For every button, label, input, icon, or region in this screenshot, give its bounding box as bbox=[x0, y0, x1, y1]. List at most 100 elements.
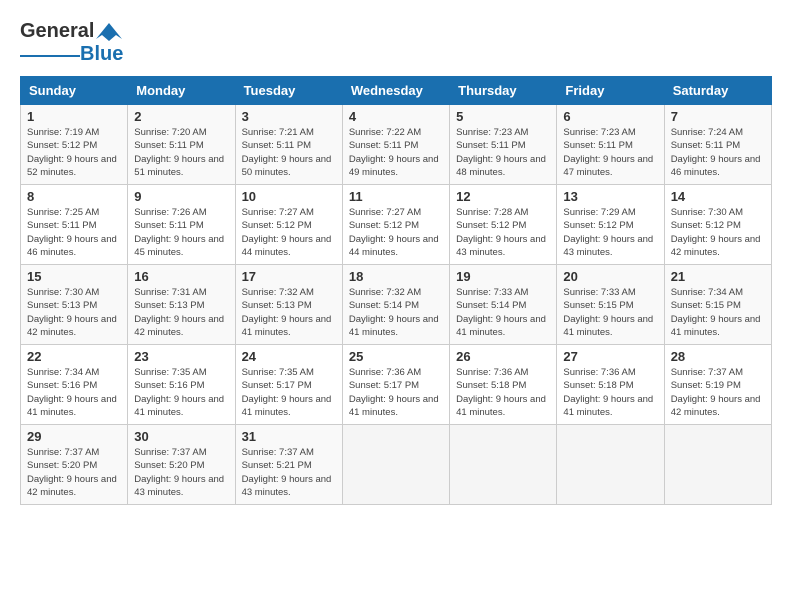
calendar-cell: 14 Sunrise: 7:30 AM Sunset: 5:12 PM Dayl… bbox=[664, 185, 771, 265]
calendar-cell bbox=[664, 425, 771, 505]
calendar-cell bbox=[450, 425, 557, 505]
day-number: 8 bbox=[27, 189, 121, 204]
calendar-cell: 28 Sunrise: 7:37 AM Sunset: 5:19 PM Dayl… bbox=[664, 345, 771, 425]
calendar-header-row: SundayMondayTuesdayWednesdayThursdayFrid… bbox=[21, 77, 772, 105]
day-number: 6 bbox=[563, 109, 657, 124]
calendar-week-1: 1 Sunrise: 7:19 AM Sunset: 5:12 PM Dayli… bbox=[21, 105, 772, 185]
day-info: Sunrise: 7:30 AM Sunset: 5:13 PM Dayligh… bbox=[27, 286, 121, 339]
calendar-cell: 9 Sunrise: 7:26 AM Sunset: 5:11 PM Dayli… bbox=[128, 185, 235, 265]
day-number: 9 bbox=[134, 189, 228, 204]
day-info: Sunrise: 7:23 AM Sunset: 5:11 PM Dayligh… bbox=[456, 126, 550, 179]
day-number: 2 bbox=[134, 109, 228, 124]
day-info: Sunrise: 7:20 AM Sunset: 5:11 PM Dayligh… bbox=[134, 126, 228, 179]
day-number: 1 bbox=[27, 109, 121, 124]
day-info: Sunrise: 7:35 AM Sunset: 5:17 PM Dayligh… bbox=[242, 366, 336, 419]
day-info: Sunrise: 7:29 AM Sunset: 5:12 PM Dayligh… bbox=[563, 206, 657, 259]
calendar-cell: 6 Sunrise: 7:23 AM Sunset: 5:11 PM Dayli… bbox=[557, 105, 664, 185]
calendar-cell bbox=[557, 425, 664, 505]
day-number: 3 bbox=[242, 109, 336, 124]
day-number: 24 bbox=[242, 349, 336, 364]
calendar-cell: 18 Sunrise: 7:32 AM Sunset: 5:14 PM Dayl… bbox=[342, 265, 449, 345]
day-info: Sunrise: 7:37 AM Sunset: 5:19 PM Dayligh… bbox=[671, 366, 765, 419]
calendar-week-4: 22 Sunrise: 7:34 AM Sunset: 5:16 PM Dayl… bbox=[21, 345, 772, 425]
day-number: 12 bbox=[456, 189, 550, 204]
calendar-header-sunday: Sunday bbox=[21, 77, 128, 105]
day-info: Sunrise: 7:34 AM Sunset: 5:15 PM Dayligh… bbox=[671, 286, 765, 339]
calendar-cell: 3 Sunrise: 7:21 AM Sunset: 5:11 PM Dayli… bbox=[235, 105, 342, 185]
day-info: Sunrise: 7:19 AM Sunset: 5:12 PM Dayligh… bbox=[27, 126, 121, 179]
day-number: 30 bbox=[134, 429, 228, 444]
day-info: Sunrise: 7:28 AM Sunset: 5:12 PM Dayligh… bbox=[456, 206, 550, 259]
logo: General Blue bbox=[20, 20, 124, 66]
calendar-header-saturday: Saturday bbox=[664, 77, 771, 105]
day-number: 26 bbox=[456, 349, 550, 364]
day-number: 15 bbox=[27, 269, 121, 284]
calendar-cell: 4 Sunrise: 7:22 AM Sunset: 5:11 PM Dayli… bbox=[342, 105, 449, 185]
day-number: 21 bbox=[671, 269, 765, 284]
calendar-cell: 10 Sunrise: 7:27 AM Sunset: 5:12 PM Dayl… bbox=[235, 185, 342, 265]
calendar-header-tuesday: Tuesday bbox=[235, 77, 342, 105]
calendar-cell: 25 Sunrise: 7:36 AM Sunset: 5:17 PM Dayl… bbox=[342, 345, 449, 425]
calendar-cell: 26 Sunrise: 7:36 AM Sunset: 5:18 PM Dayl… bbox=[450, 345, 557, 425]
day-info: Sunrise: 7:32 AM Sunset: 5:13 PM Dayligh… bbox=[242, 286, 336, 339]
calendar-header-friday: Friday bbox=[557, 77, 664, 105]
day-number: 22 bbox=[27, 349, 121, 364]
calendar-week-5: 29 Sunrise: 7:37 AM Sunset: 5:20 PM Dayl… bbox=[21, 425, 772, 505]
day-info: Sunrise: 7:36 AM Sunset: 5:17 PM Dayligh… bbox=[349, 366, 443, 419]
calendar-header-thursday: Thursday bbox=[450, 77, 557, 105]
calendar-cell: 16 Sunrise: 7:31 AM Sunset: 5:13 PM Dayl… bbox=[128, 265, 235, 345]
day-info: Sunrise: 7:30 AM Sunset: 5:12 PM Dayligh… bbox=[671, 206, 765, 259]
day-number: 25 bbox=[349, 349, 443, 364]
logo-general: General bbox=[20, 20, 94, 43]
calendar-cell: 20 Sunrise: 7:33 AM Sunset: 5:15 PM Dayl… bbox=[557, 265, 664, 345]
calendar-cell: 8 Sunrise: 7:25 AM Sunset: 5:11 PM Dayli… bbox=[21, 185, 128, 265]
logo-blue-text: Blue bbox=[80, 43, 123, 66]
calendar-cell: 27 Sunrise: 7:36 AM Sunset: 5:18 PM Dayl… bbox=[557, 345, 664, 425]
day-info: Sunrise: 7:26 AM Sunset: 5:11 PM Dayligh… bbox=[134, 206, 228, 259]
calendar-table: SundayMondayTuesdayWednesdayThursdayFrid… bbox=[20, 76, 772, 505]
calendar-cell: 23 Sunrise: 7:35 AM Sunset: 5:16 PM Dayl… bbox=[128, 345, 235, 425]
calendar-header-wednesday: Wednesday bbox=[342, 77, 449, 105]
day-number: 4 bbox=[349, 109, 443, 124]
day-number: 23 bbox=[134, 349, 228, 364]
day-number: 14 bbox=[671, 189, 765, 204]
day-info: Sunrise: 7:31 AM Sunset: 5:13 PM Dayligh… bbox=[134, 286, 228, 339]
day-number: 18 bbox=[349, 269, 443, 284]
day-number: 5 bbox=[456, 109, 550, 124]
day-info: Sunrise: 7:33 AM Sunset: 5:14 PM Dayligh… bbox=[456, 286, 550, 339]
calendar-cell: 22 Sunrise: 7:34 AM Sunset: 5:16 PM Dayl… bbox=[21, 345, 128, 425]
day-number: 19 bbox=[456, 269, 550, 284]
day-info: Sunrise: 7:37 AM Sunset: 5:21 PM Dayligh… bbox=[242, 446, 336, 499]
day-info: Sunrise: 7:27 AM Sunset: 5:12 PM Dayligh… bbox=[349, 206, 443, 259]
day-number: 29 bbox=[27, 429, 121, 444]
calendar-week-3: 15 Sunrise: 7:30 AM Sunset: 5:13 PM Dayl… bbox=[21, 265, 772, 345]
day-info: Sunrise: 7:27 AM Sunset: 5:12 PM Dayligh… bbox=[242, 206, 336, 259]
day-number: 17 bbox=[242, 269, 336, 284]
calendar-cell: 12 Sunrise: 7:28 AM Sunset: 5:12 PM Dayl… bbox=[450, 185, 557, 265]
day-info: Sunrise: 7:23 AM Sunset: 5:11 PM Dayligh… bbox=[563, 126, 657, 179]
day-info: Sunrise: 7:34 AM Sunset: 5:16 PM Dayligh… bbox=[27, 366, 121, 419]
day-number: 11 bbox=[349, 189, 443, 204]
calendar-cell: 2 Sunrise: 7:20 AM Sunset: 5:11 PM Dayli… bbox=[128, 105, 235, 185]
day-info: Sunrise: 7:21 AM Sunset: 5:11 PM Dayligh… bbox=[242, 126, 336, 179]
day-info: Sunrise: 7:22 AM Sunset: 5:11 PM Dayligh… bbox=[349, 126, 443, 179]
logo-bird-icon bbox=[94, 21, 124, 43]
day-info: Sunrise: 7:36 AM Sunset: 5:18 PM Dayligh… bbox=[456, 366, 550, 419]
calendar-cell: 13 Sunrise: 7:29 AM Sunset: 5:12 PM Dayl… bbox=[557, 185, 664, 265]
calendar-cell: 21 Sunrise: 7:34 AM Sunset: 5:15 PM Dayl… bbox=[664, 265, 771, 345]
day-info: Sunrise: 7:37 AM Sunset: 5:20 PM Dayligh… bbox=[134, 446, 228, 499]
calendar-cell: 1 Sunrise: 7:19 AM Sunset: 5:12 PM Dayli… bbox=[21, 105, 128, 185]
day-number: 16 bbox=[134, 269, 228, 284]
calendar-cell: 5 Sunrise: 7:23 AM Sunset: 5:11 PM Dayli… bbox=[450, 105, 557, 185]
day-number: 13 bbox=[563, 189, 657, 204]
day-info: Sunrise: 7:25 AM Sunset: 5:11 PM Dayligh… bbox=[27, 206, 121, 259]
calendar-cell: 7 Sunrise: 7:24 AM Sunset: 5:11 PM Dayli… bbox=[664, 105, 771, 185]
calendar-header-monday: Monday bbox=[128, 77, 235, 105]
calendar-cell: 31 Sunrise: 7:37 AM Sunset: 5:21 PM Dayl… bbox=[235, 425, 342, 505]
calendar-cell bbox=[342, 425, 449, 505]
page-container: General Blue SundayMondayTuesdayWednesda… bbox=[20, 20, 772, 505]
calendar-cell: 17 Sunrise: 7:32 AM Sunset: 5:13 PM Dayl… bbox=[235, 265, 342, 345]
calendar-cell: 19 Sunrise: 7:33 AM Sunset: 5:14 PM Dayl… bbox=[450, 265, 557, 345]
day-info: Sunrise: 7:32 AM Sunset: 5:14 PM Dayligh… bbox=[349, 286, 443, 339]
calendar-cell: 29 Sunrise: 7:37 AM Sunset: 5:20 PM Dayl… bbox=[21, 425, 128, 505]
